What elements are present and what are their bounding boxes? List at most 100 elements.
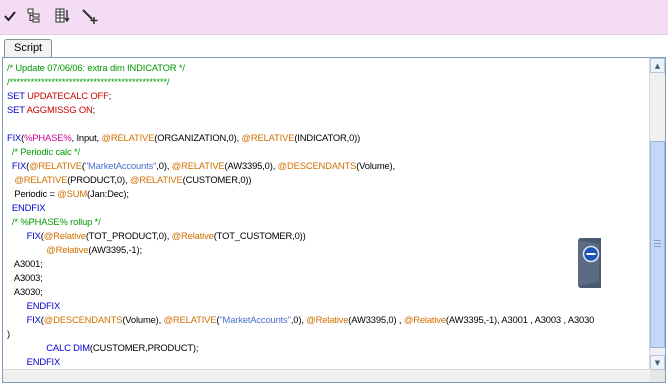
code-token: @RELATIVE (29, 160, 82, 171)
outline-button[interactable] (22, 4, 46, 28)
code-token: @RELATIVE (241, 132, 295, 143)
table-down-button[interactable] (50, 4, 74, 28)
code-token: , Input, (71, 132, 102, 143)
outline-icon (27, 8, 40, 23)
code-line: ENDFIX (7, 201, 46, 215)
code-token: /* Periodic calc */ (7, 146, 80, 157)
code-token: (AW3395,0) , (348, 314, 404, 325)
code-token: (TOT_PRODUCT,0), (85, 230, 172, 241)
code-token: (CUSTOMER,0)) (182, 174, 252, 185)
code-token: AGGMISSG ON (26, 104, 93, 115)
code-token: ENDFIX (11, 202, 46, 213)
code-token: @Relative (46, 244, 89, 255)
code-token: (PRODUCT,0), (67, 174, 130, 185)
code-token: FIX (11, 160, 27, 171)
code-line: FIX(@DESCENDANTS(Volume), @RELATIVE("Mar… (7, 313, 595, 327)
code-token: /* Update 07/06/06: extra dim INDICATOR … (7, 62, 185, 73)
code-token: ENDFIX (26, 356, 61, 367)
code-line: SET UPDATECALC OFF; (7, 89, 111, 103)
floating-widget[interactable] (578, 238, 601, 288)
scroll-up-arrow-icon[interactable]: ▲ (650, 58, 665, 73)
code-token: /***************************************… (7, 76, 170, 87)
code-token: @Relative (171, 230, 214, 241)
code-token: (Volume), (122, 314, 164, 325)
code-token: ; (92, 104, 96, 115)
code-token: CALC DIM (46, 342, 90, 353)
code-token: @DESCENDANTS (277, 160, 357, 171)
code-token: A3003; (7, 272, 43, 283)
scrollbar-corner (650, 370, 665, 382)
horizontal-scrollbar[interactable] (3, 369, 651, 382)
script-text[interactable]: /* Update 07/06/06: extra dim INDICATOR … (3, 61, 651, 381)
table-down-arrow-icon (55, 8, 70, 23)
code-token: (Jan:Dec); (87, 188, 129, 199)
edit-add-icon (82, 9, 98, 24)
code-token: SET (7, 104, 27, 115)
code-token: ,0), (156, 160, 172, 171)
code-line: FIX(@RELATIVE("MarketAccounts",0), @RELA… (7, 159, 395, 173)
code-line: A3003; (7, 271, 43, 285)
code-line: @Relative(AW3395,-1); (7, 243, 142, 257)
code-line: SET AGGMISSG ON; (7, 103, 95, 117)
code-line: /* Periodic calc */ (7, 145, 80, 159)
code-token: "MarketAccounts" (219, 314, 291, 325)
code-token: FIX (26, 314, 41, 325)
toolbar (0, 0, 668, 35)
code-token: @RELATIVE (129, 174, 183, 185)
code-token: ) (7, 328, 10, 339)
code-token: @RELATIVE (163, 314, 217, 325)
code-token: SET (7, 90, 28, 101)
vertical-scrollbar[interactable]: ▲ ▼ (649, 58, 665, 370)
vertical-scroll-thumb[interactable] (650, 141, 665, 348)
code-token: /* %PHASE% rollup */ (7, 216, 101, 227)
code-line: ) (7, 327, 10, 341)
checkmark-icon (4, 11, 16, 22)
code-line: Periodic = @SUM(Jan:Dec); (7, 187, 129, 201)
code-line: FIX(@Relative(TOT_PRODUCT,0), @Relative(… (7, 229, 306, 243)
script-editor[interactable]: /* Update 07/06/06: extra dim INDICATOR … (2, 57, 666, 383)
code-token: ENDFIX (26, 300, 61, 311)
code-token: (Volume), (356, 160, 395, 171)
code-token: (CUSTOMER,PRODUCT); (89, 342, 199, 353)
circle-button-icon (578, 240, 600, 286)
code-token: @SUM (57, 188, 88, 199)
code-token: @Relative (403, 314, 446, 325)
tab-strip: Script (0, 35, 668, 57)
code-token: "MarketAccounts" (84, 160, 157, 171)
code-token: ; (108, 90, 112, 101)
code-line: /* %PHASE% rollup */ (7, 215, 101, 229)
code-line: /* Update 07/06/06: extra dim INDICATOR … (7, 61, 185, 75)
code-token: (AW3395,-1); (88, 244, 142, 255)
code-token: (AW3395,0), (224, 160, 278, 171)
code-token: (ORGANIZATION,0), (154, 132, 242, 143)
tab-script[interactable]: Script (4, 39, 53, 57)
code-line: @RELATIVE(PRODUCT,0), @RELATIVE(CUSTOMER… (7, 173, 251, 187)
code-token: @RELATIVE (171, 160, 225, 171)
code-token: (INDICATOR,0)) (294, 132, 361, 143)
code-line: CALC DIM(CUSTOMER,PRODUCT); (7, 341, 198, 355)
code-token: Periodic = (7, 188, 58, 199)
code-token: @Relative (43, 230, 86, 241)
scroll-down-arrow-icon[interactable]: ▼ (650, 355, 665, 370)
code-line: ENDFIX (7, 355, 61, 369)
code-token: %PHASE% (24, 132, 72, 143)
code-line: ENDFIX (7, 299, 61, 313)
code-token: @RELATIVE (101, 132, 155, 143)
code-token: FIX (26, 230, 41, 241)
code-token: @DESCENDANTS (43, 314, 123, 325)
code-line: A3030; (7, 285, 43, 299)
code-line: A3001; (7, 257, 43, 271)
edit-add-button[interactable] (78, 4, 102, 28)
code-line: /***************************************… (7, 75, 169, 89)
code-token: ,0), (290, 314, 307, 325)
validate-button[interactable] (0, 4, 22, 28)
code-token: FIX (7, 132, 22, 143)
code-token: A3001; (7, 258, 43, 269)
code-line: FIX(%PHASE%, Input, @RELATIVE(ORGANIZATI… (7, 131, 360, 145)
